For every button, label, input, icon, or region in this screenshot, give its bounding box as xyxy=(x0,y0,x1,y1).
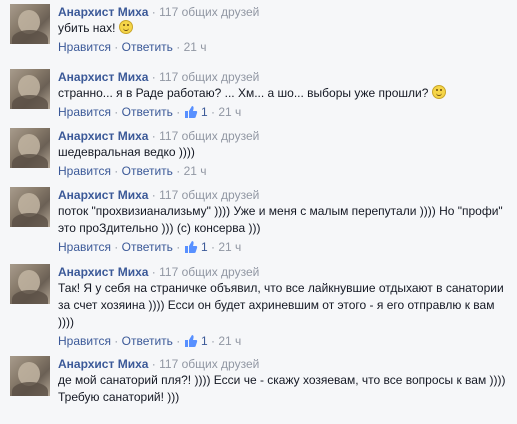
mutual-friends[interactable]: 117 общих друзей xyxy=(159,357,259,371)
comment-text: убить нах! xyxy=(58,21,116,35)
like-button[interactable]: Нравится xyxy=(58,240,111,254)
dot-separator: · xyxy=(176,40,181,54)
author-name[interactable]: Анархист Миха xyxy=(58,188,148,202)
comment-text: странно... я в Раде работаю? ... Хм... а… xyxy=(58,86,429,100)
timestamp[interactable]: 21 ч xyxy=(218,105,241,119)
comment-text: де мой санаторий пля?! )))) Есси че - ск… xyxy=(58,373,506,404)
timestamp[interactable]: 21 ч xyxy=(218,334,241,348)
like-button[interactable]: Нравится xyxy=(58,164,111,178)
author-name[interactable]: Анархист Миха xyxy=(58,265,148,279)
avatar[interactable] xyxy=(10,187,50,227)
dot-separator: · xyxy=(151,265,156,279)
dot-separator: · xyxy=(176,240,181,254)
author-name[interactable]: Анархист Миха xyxy=(58,129,148,143)
dot-separator: · xyxy=(211,240,215,254)
thumbs-up-icon[interactable] xyxy=(184,334,198,352)
dot-separator: · xyxy=(114,40,119,54)
dot-separator: · xyxy=(211,105,215,119)
dot-separator: · xyxy=(176,334,181,348)
avatar[interactable] xyxy=(10,128,50,168)
like-button[interactable]: Нравится xyxy=(58,40,111,54)
author-name[interactable]: Анархист Миха xyxy=(58,70,148,84)
mutual-friends[interactable]: 117 общих друзей xyxy=(159,5,259,19)
comment-text: поток "прохвизианализьму" )))) Уже и мен… xyxy=(58,204,503,235)
dot-separator: · xyxy=(114,164,119,178)
mutual-friends[interactable]: 117 общих друзей xyxy=(159,70,259,84)
mutual-friends[interactable]: 117 общих друзей xyxy=(159,129,259,143)
author-name[interactable]: Анархист Миха xyxy=(58,357,148,371)
like-button[interactable]: Нравится xyxy=(58,334,111,348)
like-count[interactable]: 1 xyxy=(201,334,208,348)
reply-button[interactable]: Ответить xyxy=(122,334,173,348)
dot-separator: · xyxy=(151,70,156,84)
avatar[interactable] xyxy=(10,264,50,304)
reply-button[interactable]: Ответить xyxy=(122,240,173,254)
dot-separator: · xyxy=(176,105,181,119)
reply-button[interactable]: Ответить xyxy=(122,105,173,119)
like-count[interactable]: 1 xyxy=(201,105,208,119)
thumbs-up-icon[interactable] xyxy=(184,240,198,258)
dot-separator: · xyxy=(151,129,156,143)
timestamp[interactable]: 21 ч xyxy=(218,240,241,254)
thumbs-up-icon[interactable] xyxy=(184,105,198,123)
timestamp[interactable]: 21 ч xyxy=(184,40,207,54)
avatar[interactable] xyxy=(10,4,50,44)
avatar[interactable] xyxy=(10,69,50,109)
reply-button[interactable]: Ответить xyxy=(122,164,173,178)
mutual-friends[interactable]: 117 общих друзей xyxy=(159,188,259,202)
like-count[interactable]: 1 xyxy=(201,240,208,254)
author-name[interactable]: Анархист Миха xyxy=(58,5,148,19)
smile-emoji-icon xyxy=(431,85,446,99)
comment-text: Так! Я у себя на страничке объявил, что … xyxy=(58,281,504,329)
comment-text: шедевральная ведко )))) xyxy=(58,145,195,159)
dot-separator: · xyxy=(114,334,119,348)
avatar[interactable] xyxy=(10,356,50,396)
dot-separator: · xyxy=(176,164,181,178)
dot-separator: · xyxy=(211,334,215,348)
dot-separator: · xyxy=(114,105,119,119)
like-button[interactable]: Нравится xyxy=(58,105,111,119)
mutual-friends[interactable]: 117 общих друзей xyxy=(159,265,259,279)
dot-separator: · xyxy=(151,357,156,371)
reply-button[interactable]: Ответить xyxy=(122,40,173,54)
dot-separator: · xyxy=(151,5,156,19)
timestamp[interactable]: 21 ч xyxy=(184,164,207,178)
dot-separator: · xyxy=(114,240,119,254)
dot-separator: · xyxy=(151,188,156,202)
smile-emoji-icon xyxy=(118,20,133,34)
